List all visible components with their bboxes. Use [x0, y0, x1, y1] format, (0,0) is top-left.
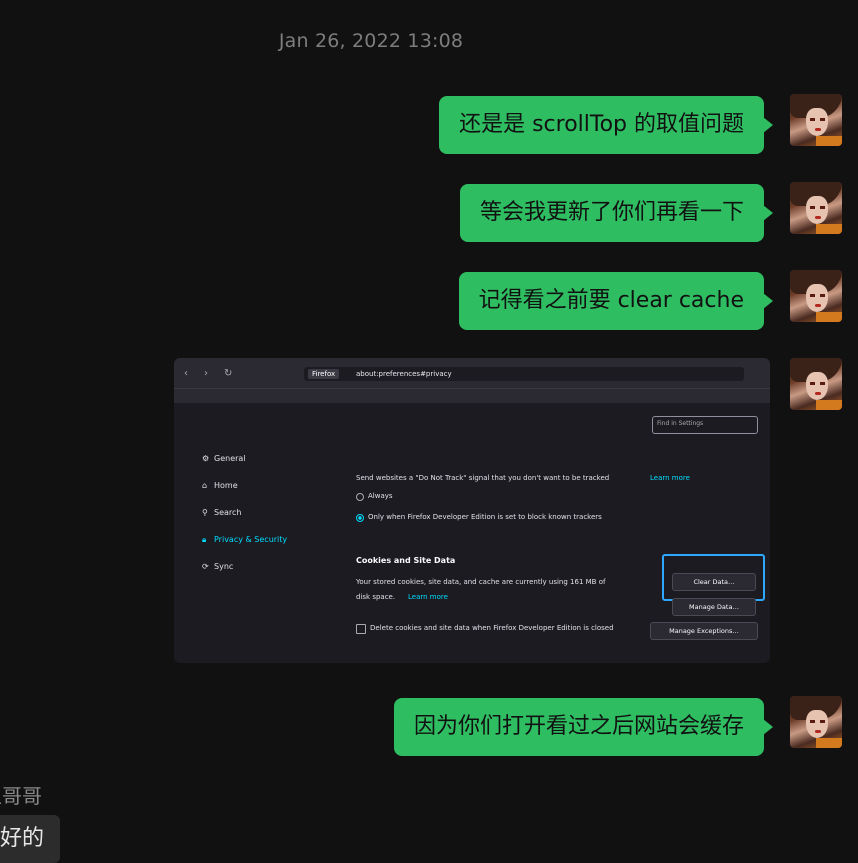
cookies-heading: Cookies and Site Data — [356, 556, 456, 565]
nav-privacy: 🔒︎ Privacy & Security — [202, 535, 288, 544]
radio-only-when — [356, 514, 364, 522]
dnt-text: Send websites a "Do Not Track" signal th… — [356, 474, 610, 482]
cookies-desc-line1: Your stored cookies, site data, and cach… — [356, 578, 606, 586]
nav-sync: ⟳ Sync — [202, 562, 234, 571]
forward-icon: › — [204, 368, 208, 379]
message-bubble[interactable]: 记得看之前要 clear cache — [458, 272, 774, 330]
radio-always-label: Always — [368, 492, 393, 500]
radio-only-when-label: Only when Firefox Developer Edition is s… — [368, 513, 602, 521]
bookmarks-bar — [174, 388, 770, 403]
reload-icon: ↻ — [224, 368, 233, 379]
avatar[interactable] — [790, 270, 842, 322]
cookies-desc-line2: disk space. — [356, 593, 396, 601]
dnt-learn-more: Learn more — [650, 474, 690, 482]
avatar[interactable] — [790, 696, 842, 748]
browser-tag: Firefox — [308, 369, 340, 379]
cookies-learn-more: Learn more — [408, 593, 448, 601]
message-bubble[interactable]: 还是是 scrollTop 的取值问题 — [439, 96, 773, 154]
nav-search: ⚲ Search — [202, 508, 242, 517]
message-bubble[interactable]: 因为你们打开看过之后网站会缓存 — [393, 698, 774, 756]
message-row: 因为你们打开看过之后网站会缓存 — [0, 696, 858, 758]
sync-icon: ⟳ — [202, 562, 209, 571]
avatar[interactable] — [790, 182, 842, 234]
gear-icon: ⚙ — [202, 454, 210, 463]
back-icon: ‹ — [184, 368, 188, 379]
clear-data-button: Clear Data… — [672, 573, 756, 591]
avatar[interactable] — [790, 358, 842, 410]
message-row: 记得看之前要 clear cache — [0, 270, 858, 332]
avatar[interactable] — [790, 94, 842, 146]
url-text: about:preferences#privacy — [356, 370, 452, 378]
message-row: 等会我更新了你们再看一下 — [0, 182, 858, 244]
manage-exceptions-button: Manage Exceptions… — [650, 622, 758, 640]
nav-general: ⚙ General — [202, 454, 246, 463]
search-icon: ⚲ — [202, 508, 208, 517]
home-icon: ⌂ — [202, 481, 208, 490]
lock-icon: 🔒︎ — [202, 535, 207, 544]
timestamp: Jan 26, 2022 13:08 — [278, 30, 464, 52]
nav-home: ⌂ Home — [202, 481, 238, 490]
screenshot-image[interactable]: ‹ › ↻ Firefox about:preferences#privacy … — [174, 358, 770, 663]
delete-on-close-checkbox — [356, 624, 366, 634]
find-in-settings-placeholder: Find in Settings — [657, 420, 704, 427]
radio-always — [356, 493, 364, 501]
delete-on-close-label: Delete cookies and site data when Firefo… — [370, 624, 614, 632]
message-bubble[interactable]: 等会我更新了你们再看一下 — [459, 184, 774, 242]
message-row: 还是是 scrollTop 的取值问题 — [0, 94, 858, 156]
peer-name: 王哥哥 — [0, 784, 42, 808]
peer-message-bubble[interactable]: 好的 — [0, 815, 61, 863]
manage-data-button: Manage Data… — [672, 598, 756, 616]
